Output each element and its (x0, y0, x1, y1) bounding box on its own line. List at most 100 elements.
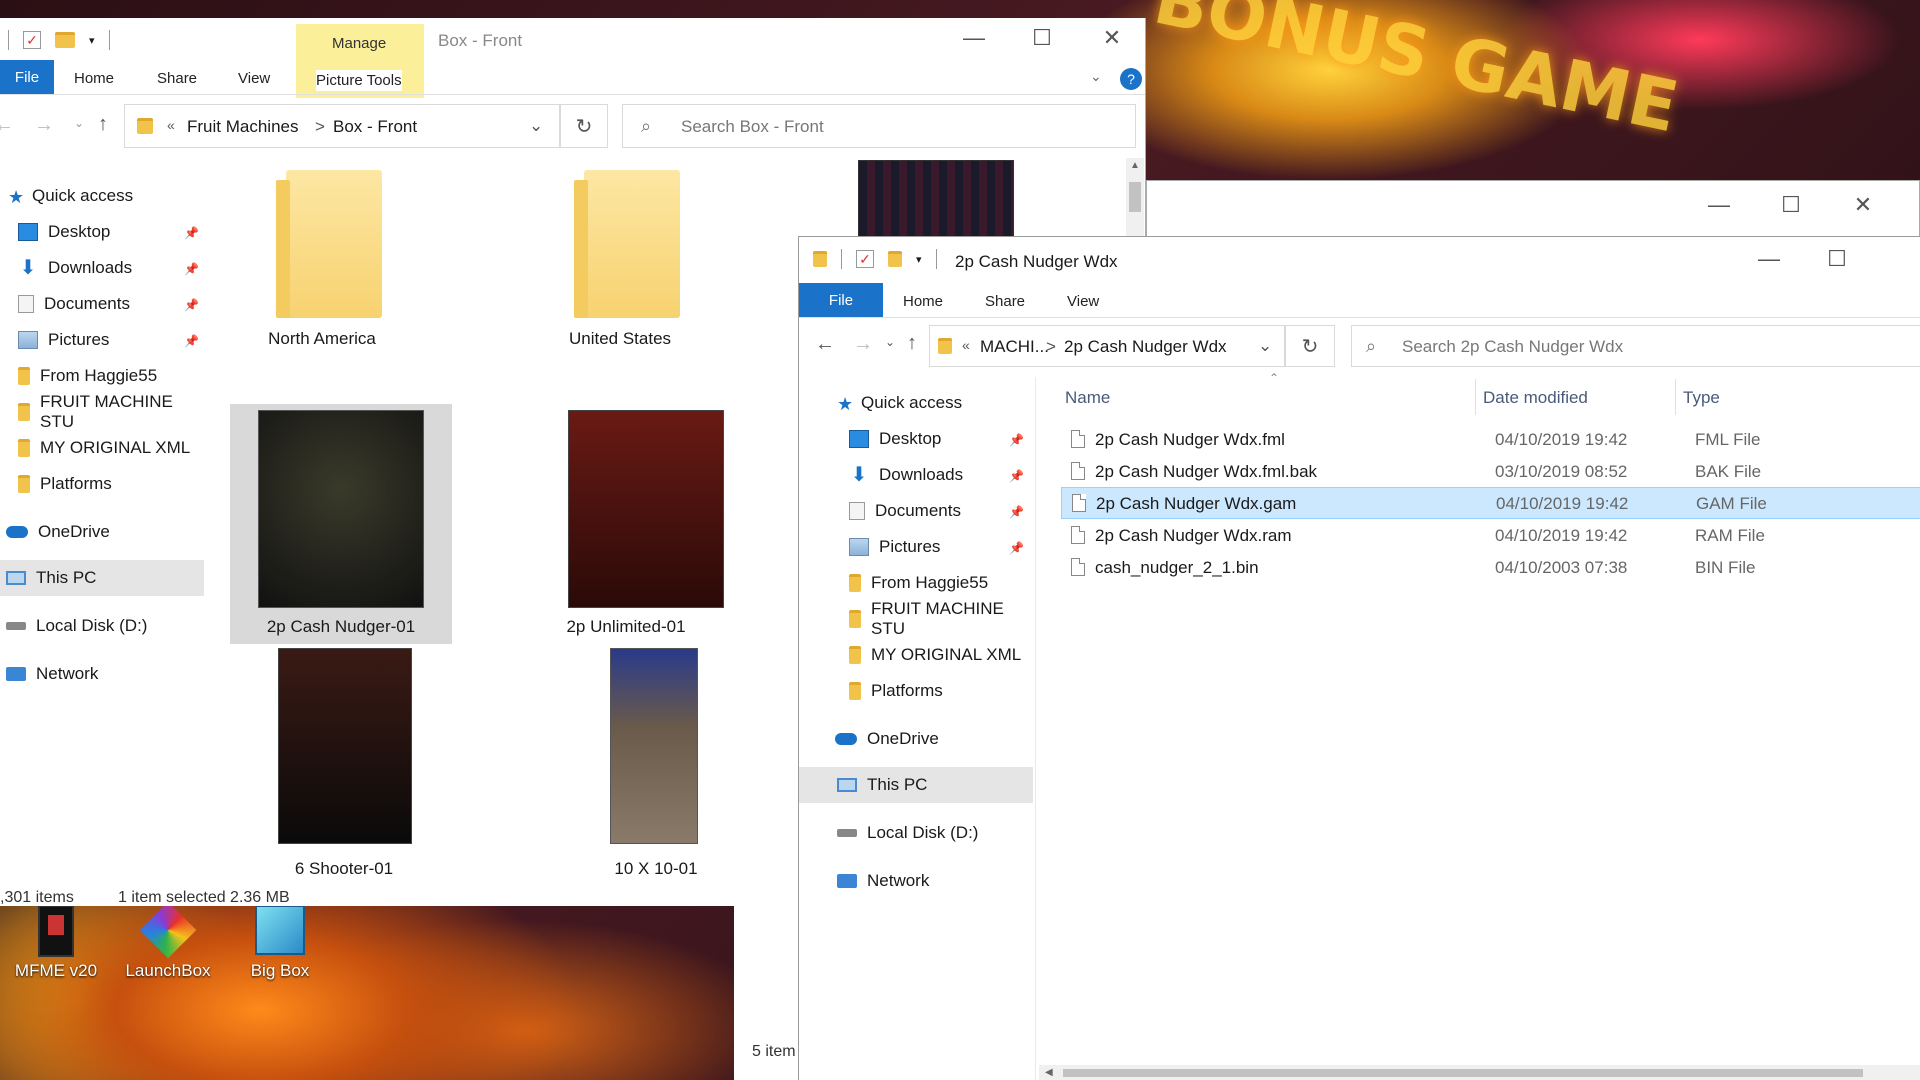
nav-this-pc[interactable]: This PC (6, 560, 96, 596)
column-divider[interactable] (1675, 379, 1676, 415)
address-overflow[interactable]: « (167, 118, 175, 132)
address-bar[interactable]: « Fruit Machines > Box - Front ⌄ (124, 104, 560, 148)
share-tab[interactable]: Share (157, 70, 197, 87)
address-overflow[interactable]: « (962, 338, 970, 352)
nav-pictures[interactable]: Pictures (18, 322, 109, 358)
nav-downloads[interactable]: ⬇ Downloads (18, 250, 133, 286)
refresh-button[interactable]: ↻ (560, 104, 608, 148)
file-tab[interactable]: File (0, 60, 54, 94)
back-arrow-icon[interactable]: ← (0, 114, 14, 137)
scrollbar-thumb[interactable] (1129, 182, 1141, 212)
maximize-icon[interactable]: ☐ (1010, 18, 1074, 58)
address-dropdown-chevron-icon[interactable]: ⌄ (1258, 337, 1272, 354)
minimize-icon[interactable]: — (942, 18, 1006, 58)
home-tab[interactable]: Home (903, 293, 943, 310)
nav-my-original-xml[interactable]: MY ORIGINAL XML (849, 637, 1021, 673)
forward-arrow-icon[interactable]: → (34, 114, 54, 137)
nav-documents[interactable]: Documents (849, 493, 961, 529)
nav-quick-access[interactable]: ★ Quick access (837, 385, 962, 421)
maximize-icon[interactable]: ☐ (1759, 185, 1823, 225)
image-10-x-10-01[interactable]: 10 X 10-01 (576, 648, 736, 878)
customize-toolbar-chevron-icon[interactable]: ▾ (89, 34, 95, 47)
nav-fruit-machine-stu[interactable]: FRUIT MACHINE STU (18, 392, 206, 431)
partial-thumbnail[interactable] (858, 160, 1014, 240)
mfme-desktop-icon[interactable]: MFME v20 (10, 905, 102, 981)
recent-chevron-icon[interactable]: ⌄ (74, 116, 84, 130)
scroll-left-arrow-icon[interactable]: ◀ (1045, 1067, 1053, 1078)
maximize-icon[interactable]: ☐ (1805, 239, 1869, 279)
nav-pictures[interactable]: Pictures (849, 529, 940, 565)
up-arrow-icon[interactable]: ↑ (98, 113, 108, 136)
properties-check-icon[interactable]: ✓ (856, 250, 874, 268)
up-arrow-icon[interactable]: ↑ (907, 332, 917, 355)
pin-icon[interactable]: 📌 (1009, 433, 1024, 447)
nav-desktop[interactable]: Desktop (849, 421, 941, 457)
recent-chevron-icon[interactable]: ⌄ (885, 335, 895, 349)
bigbox-desktop-icon[interactable]: Big Box (230, 905, 330, 981)
ribbon-expand-chevron-icon[interactable]: ⌄ (1090, 68, 1102, 85)
forward-arrow-icon[interactable]: → (853, 333, 873, 356)
nav-platforms[interactable]: Platforms (18, 466, 112, 502)
nav-from-haggie55[interactable]: From Haggie55 (849, 565, 988, 601)
column-date-modified[interactable]: Date modified (1483, 389, 1588, 406)
image-2p-cash-nudger-01[interactable]: 2p Cash Nudger-01 (230, 404, 452, 644)
file-row[interactable]: 2p Cash Nudger Wdx.fml 04/10/2019 19:42 … (1061, 423, 1920, 455)
minimize-icon[interactable]: — (1737, 239, 1801, 279)
horizontal-scrollbar[interactable]: ◀ (1039, 1065, 1920, 1080)
pin-icon[interactable]: 📌 (184, 334, 199, 348)
scroll-up-arrow-icon[interactable]: ▲ (1126, 158, 1144, 171)
nav-platforms[interactable]: Platforms (849, 673, 943, 709)
column-name[interactable]: Name (1065, 389, 1110, 406)
launchbox-desktop-icon[interactable]: LaunchBox (118, 901, 218, 981)
file-row[interactable]: 2p Cash Nudger Wdx.ram 04/10/2019 19:42 … (1061, 519, 1920, 551)
refresh-button[interactable]: ↻ (1285, 325, 1335, 367)
share-tab[interactable]: Share (985, 293, 1025, 310)
nav-network[interactable]: Network (837, 863, 929, 899)
nav-network[interactable]: Network (6, 656, 98, 692)
close-icon[interactable]: ✕ (1080, 18, 1144, 58)
folder-north-america[interactable]: North America (234, 158, 410, 358)
new-folder-icon[interactable] (55, 32, 75, 48)
file-row[interactable]: 2p Cash Nudger Wdx.fml.bak 03/10/2019 08… (1061, 455, 1920, 487)
nav-onedrive[interactable]: OneDrive (835, 721, 939, 757)
nav-fruit-machine-stu[interactable]: FRUIT MACHINE STU (849, 601, 1027, 637)
breadcrumb-machines[interactable]: MACHI... (980, 338, 1049, 355)
customize-toolbar-chevron-icon[interactable]: ▾ (916, 253, 922, 266)
picture-tools-tab[interactable]: Picture Tools (316, 70, 402, 91)
search-box[interactable]: ⌕ Search Box - Front (622, 104, 1136, 148)
pin-icon[interactable]: 📌 (1009, 469, 1024, 483)
view-tab[interactable]: View (238, 70, 270, 87)
nav-from-haggie55[interactable]: From Haggie55 (18, 358, 157, 394)
properties-check-icon[interactable]: ✓ (23, 31, 41, 49)
nav-downloads[interactable]: ⬇ Downloads (849, 457, 964, 493)
search-box[interactable]: ⌕ Search 2p Cash Nudger Wdx (1351, 325, 1920, 367)
home-tab[interactable]: Home (74, 70, 114, 87)
help-icon[interactable]: ? (1120, 68, 1142, 90)
breadcrumb-box-front[interactable]: Box - Front (333, 118, 417, 135)
nav-local-disk[interactable]: Local Disk (D:) (6, 608, 147, 644)
image-2p-unlimited-01[interactable]: 2p Unlimited-01 (526, 404, 726, 644)
close-icon[interactable]: ✕ (1831, 185, 1895, 225)
scrollbar-thumb[interactable] (1063, 1069, 1863, 1077)
nav-local-disk[interactable]: Local Disk (D:) (837, 815, 978, 851)
file-row-selected[interactable]: 2p Cash Nudger Wdx.gam 04/10/2019 19:42 … (1061, 487, 1920, 519)
address-dropdown-chevron-icon[interactable]: ⌄ (529, 117, 543, 134)
nav-onedrive[interactable]: OneDrive (6, 514, 110, 550)
breadcrumb-fruit-machines[interactable]: Fruit Machines (187, 118, 298, 135)
breadcrumb-cash-nudger[interactable]: 2p Cash Nudger Wdx (1064, 338, 1227, 355)
nav-this-pc[interactable]: This PC (837, 767, 927, 803)
nav-my-original-xml[interactable]: MY ORIGINAL XML (18, 430, 190, 466)
column-divider[interactable] (1475, 379, 1476, 415)
pin-icon[interactable]: 📌 (1009, 505, 1024, 519)
pin-icon[interactable]: 📌 (1009, 541, 1024, 555)
minimize-icon[interactable]: — (1687, 185, 1751, 225)
address-bar[interactable]: « MACHI... > 2p Cash Nudger Wdx ⌄ (929, 325, 1285, 367)
back-arrow-icon[interactable]: ← (815, 333, 835, 356)
nav-desktop[interactable]: Desktop (18, 214, 110, 250)
view-tab[interactable]: View (1067, 293, 1099, 310)
file-tab[interactable]: File (799, 283, 883, 317)
nav-documents[interactable]: Documents (18, 286, 130, 322)
nav-quick-access[interactable]: ★ Quick access (8, 178, 133, 214)
new-folder-icon[interactable] (888, 251, 902, 267)
pin-icon[interactable]: 📌 (184, 226, 199, 240)
